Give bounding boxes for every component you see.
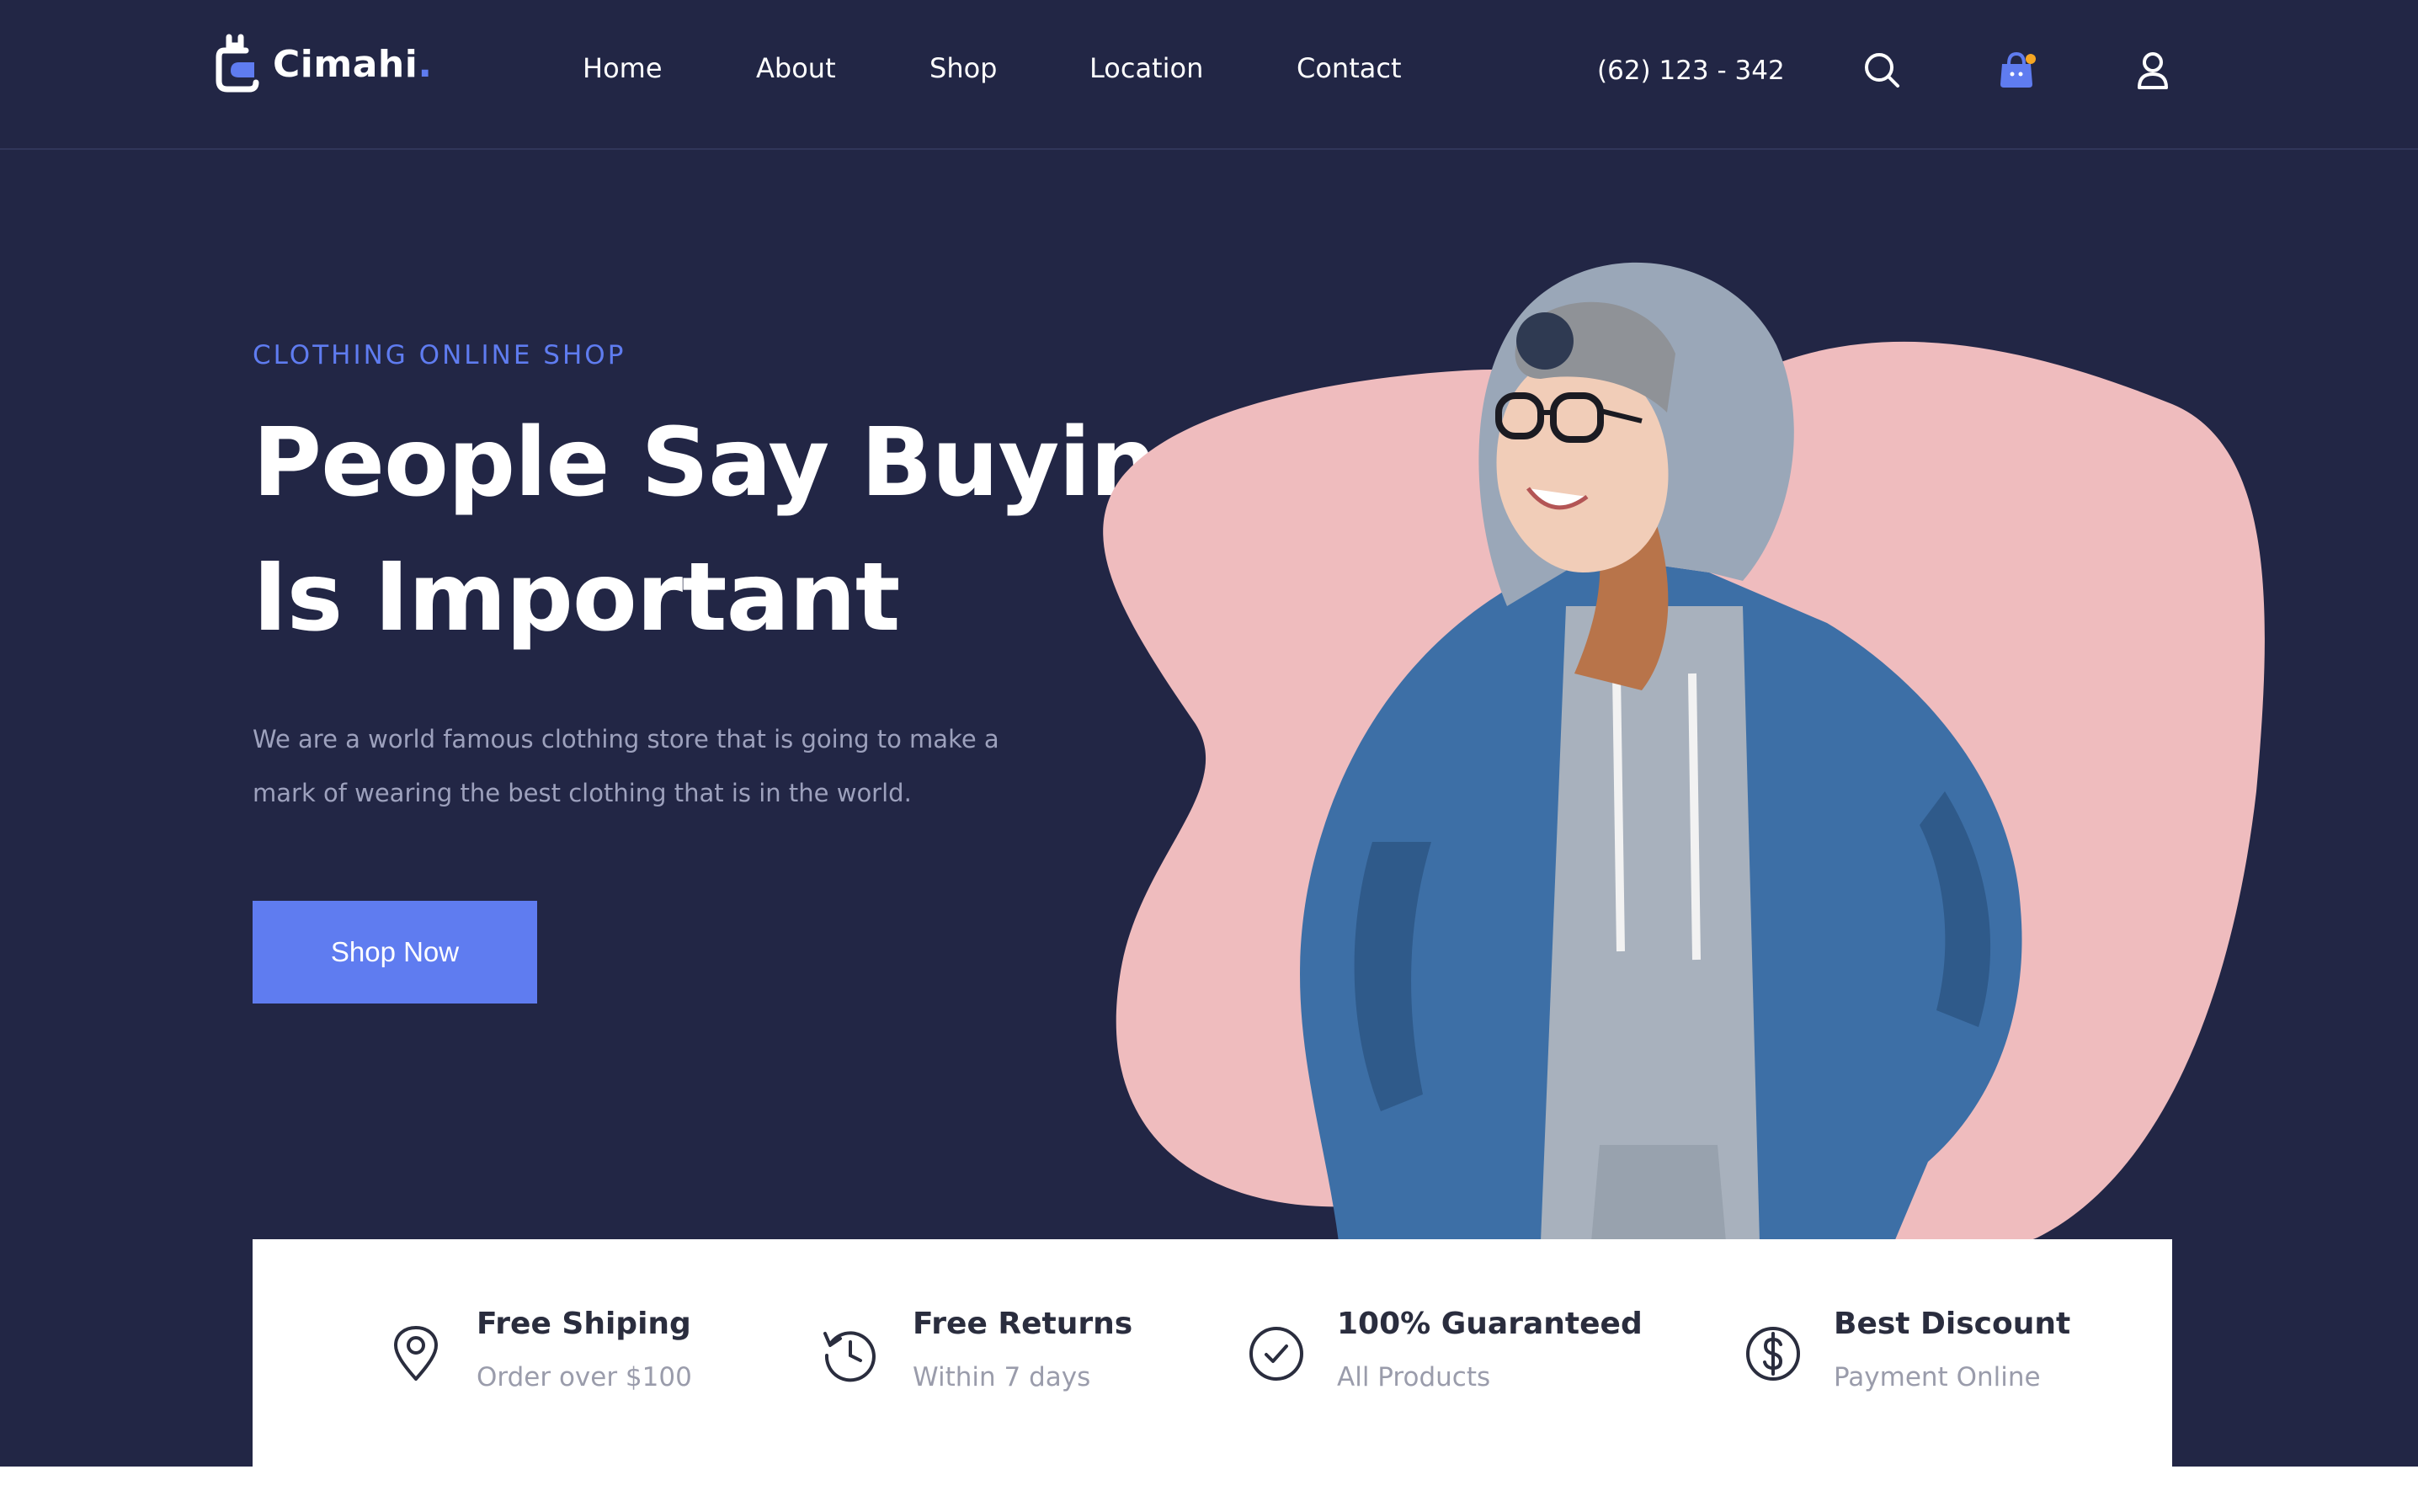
nav-location[interactable]: Location [1089,52,1203,84]
nav-contact[interactable]: Contact [1297,52,1402,84]
feature-title: Free Returns [913,1307,1133,1341]
feature-title: Free Shiping [477,1307,691,1341]
hero-section: Cimahi. Home About Shop Location Contact… [0,0,2418,1467]
user-icon[interactable] [2132,47,2174,93]
nav-shop[interactable]: Shop [929,52,997,84]
shopping-bag-icon[interactable] [1995,47,2037,93]
feature-subtitle: Payment Online [1834,1362,2041,1392]
logo[interactable]: Cimahi. [216,34,433,94]
logo-dot: . [418,42,433,86]
headline-line-2: Is Important [253,543,900,652]
hero-description: We are a world famous clothing store tha… [253,725,999,807]
nav-home[interactable]: Home [583,52,663,84]
features-bar: Free Shiping Order over $100 Free Return… [253,1239,2172,1467]
search-icon[interactable] [1861,47,1903,93]
feature-title: Best Discount [1834,1307,2071,1341]
history-icon [823,1331,876,1382]
logo-text: Cimahi [273,42,418,86]
site-header: Cimahi. Home About Shop Location Contact… [0,0,2418,150]
feature-subtitle: Order over $100 [477,1362,692,1392]
feature-subtitle: Within 7 days [913,1362,1091,1392]
nav-about[interactable]: About [756,52,836,84]
check-circle-icon [1249,1327,1303,1381]
feature-subtitle: All Products [1337,1362,1491,1392]
phone-number[interactable]: (62) 123 - 342 [1597,56,1785,86]
dollar-circle-icon [1746,1327,1800,1381]
feature-title: 100% Guaranteed [1337,1307,1643,1341]
cart-badge-dot [2026,54,2036,64]
hero-eyebrow: CLOTHING ONLINE SHOP [253,340,626,370]
shop-now-button[interactable]: Shop Now [253,901,537,1004]
location-pin-icon [394,1326,438,1381]
logo-mark-icon [216,34,259,93]
